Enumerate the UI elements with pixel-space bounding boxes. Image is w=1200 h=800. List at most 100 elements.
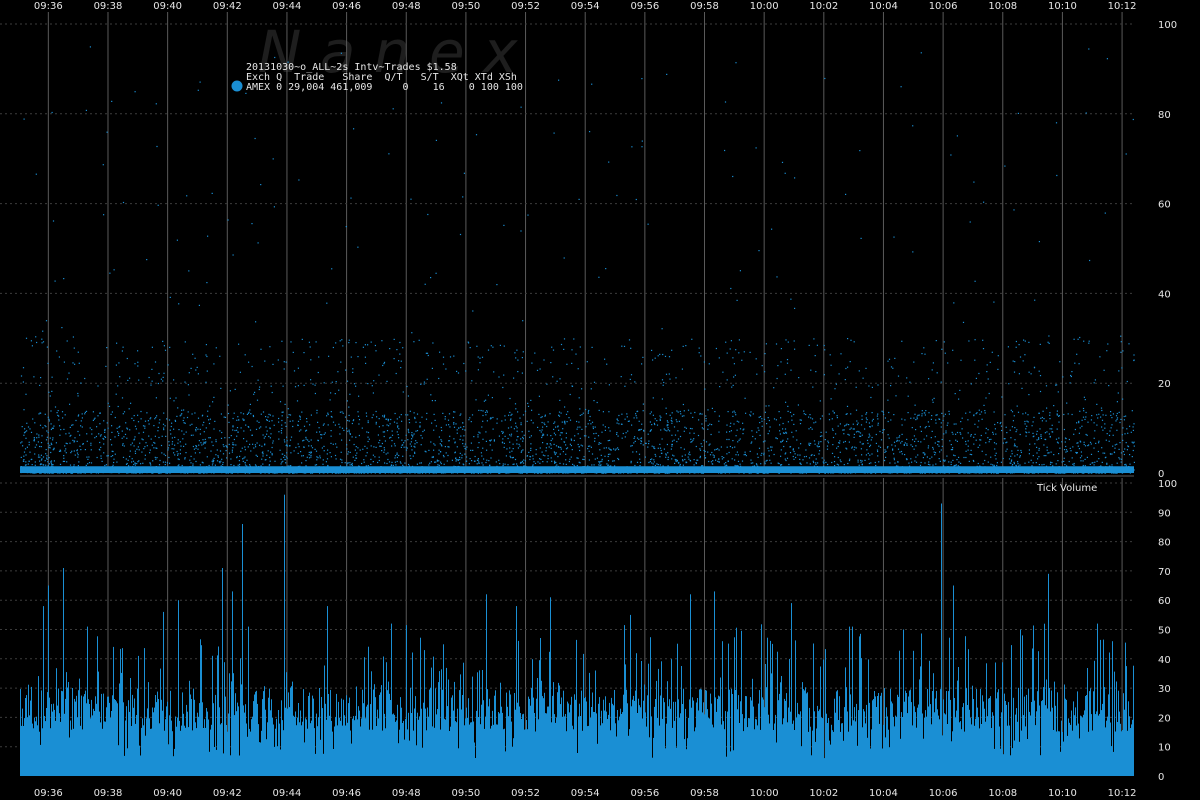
scatter-point: [423, 381, 425, 383]
scatter-point: [760, 454, 762, 456]
scatter-point: [1131, 441, 1133, 443]
scatter-point: [780, 455, 782, 457]
scatter-point: [1017, 463, 1019, 465]
scatter-point: [65, 452, 67, 454]
scatter-point: [194, 357, 196, 359]
scatter-point: [640, 437, 642, 440]
scatter-point: [556, 380, 558, 382]
scatter-point: [197, 89, 199, 91]
scatter-point: [34, 446, 36, 448]
scatter-point: [849, 458, 851, 460]
scatter-point: [887, 360, 889, 362]
scatter-point: [1106, 433, 1108, 435]
scatter-point: [492, 416, 494, 419]
scatter-point: [818, 445, 820, 448]
scatter-point: [645, 442, 647, 444]
scatter-point: [401, 420, 403, 422]
scatter-point: [876, 449, 879, 451]
scatter-point: [1086, 456, 1088, 458]
scatter-point: [970, 449, 972, 451]
scatter-point: [167, 364, 169, 366]
scatter-point: [356, 452, 358, 454]
scatter-point: [171, 441, 174, 443]
scatter-point: [810, 426, 812, 429]
scatter-point: [48, 446, 50, 448]
scatter-point: [1090, 453, 1093, 455]
scatter-point: [238, 460, 240, 462]
scatter-point: [208, 437, 210, 439]
scatter-point: [227, 219, 229, 221]
scatter-point: [870, 439, 872, 441]
scatter-point: [209, 405, 211, 407]
scatter-point: [324, 432, 326, 434]
scatter-point: [161, 452, 163, 454]
scatter-point: [469, 417, 471, 419]
scatter-point: [396, 452, 398, 454]
scatter-point: [63, 361, 65, 363]
scatter-point: [232, 442, 234, 444]
scatter-point: [149, 452, 151, 454]
scatter-point: [314, 464, 316, 466]
scatter-point: [679, 410, 681, 413]
scatter-point: [755, 463, 758, 465]
scatter-point: [1076, 422, 1078, 424]
scatter-point: [545, 450, 547, 452]
scatter-point: [978, 409, 980, 411]
scatter-point: [465, 456, 468, 458]
scatter-point: [260, 426, 262, 428]
scatter-point: [1052, 431, 1054, 433]
scatter-point: [1101, 419, 1104, 421]
scatter-point: [195, 369, 197, 371]
scatter-point: [576, 465, 578, 467]
scatter-point: [179, 441, 181, 443]
scatter-point: [98, 448, 100, 450]
scatter-point: [840, 461, 842, 463]
scatter-point: [377, 461, 379, 464]
scatter-point: [734, 464, 736, 467]
scatter-point: [744, 451, 746, 453]
scatter-point: [639, 458, 641, 460]
scatter-point: [426, 412, 428, 414]
scatter-point: [836, 447, 838, 449]
scatter-point: [1129, 425, 1131, 427]
scatter-point: [402, 464, 404, 466]
scatter-point: [502, 438, 504, 440]
scatter-point: [206, 456, 208, 458]
scatter-point: [208, 464, 210, 467]
scatter-point: [398, 454, 400, 457]
scatter-point: [77, 430, 79, 433]
scatter-point: [38, 434, 40, 436]
scatter-point: [718, 461, 720, 463]
scatter-point: [651, 424, 653, 426]
scatter-point: [168, 456, 170, 459]
scatter-point: [1055, 384, 1057, 386]
scatter-point: [1103, 369, 1105, 371]
scatter-point: [1116, 443, 1118, 445]
scatter-point: [1132, 426, 1134, 428]
scatter-point: [571, 349, 573, 351]
scatter-point: [1000, 461, 1002, 463]
scatter-point: [953, 465, 956, 467]
scatter-point: [77, 395, 79, 397]
scatter-point: [947, 362, 949, 364]
scatter-point: [390, 418, 392, 421]
scatter-point: [61, 411, 64, 413]
scatter-point: [955, 423, 957, 425]
scatter-point: [374, 456, 376, 458]
scatter-point: [564, 406, 566, 408]
scatter-point: [40, 377, 42, 379]
scatter-point: [647, 433, 649, 435]
scatter-point: [842, 429, 844, 431]
scatter-point: [455, 457, 457, 459]
scatter-point: [811, 454, 813, 456]
scatter-point: [1030, 459, 1032, 461]
scatter-point: [410, 458, 412, 460]
scatter-point: [934, 436, 936, 438]
scatter-point: [889, 462, 891, 464]
scatter-point: [782, 432, 785, 434]
scatter-point: [641, 146, 643, 148]
scatter-point: [551, 346, 553, 348]
scatter-point: [564, 423, 566, 425]
scatter-point: [641, 363, 643, 365]
scatter-point: [311, 447, 314, 449]
